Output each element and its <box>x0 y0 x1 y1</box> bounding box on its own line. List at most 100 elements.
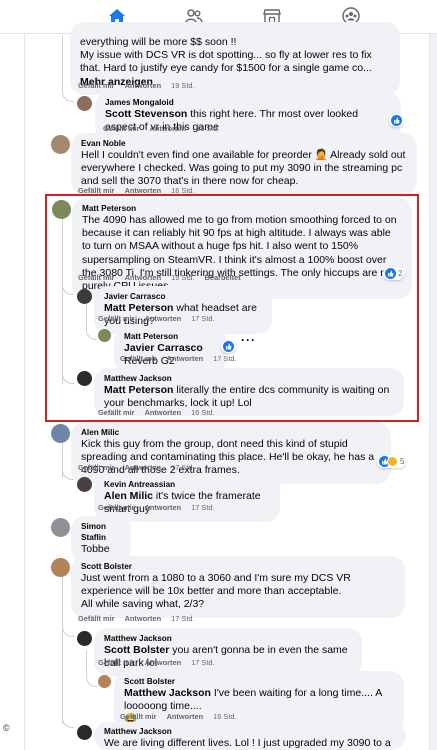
comment-timestamp: 17 Std. <box>191 503 215 512</box>
comment-actions: Gefällt mir Antworten 19 Std. <box>103 124 230 133</box>
comment-timestamp: 19 Std. <box>171 81 195 90</box>
comment-bubble: Matt Peterson The 4090 has allowed me to… <box>72 198 412 300</box>
comment-actions: Gefällt mir Antworten 17 Std. <box>98 314 225 323</box>
reaction-summary[interactable] <box>221 340 236 353</box>
like-button[interactable]: Gefällt mir <box>98 503 135 512</box>
comment-author[interactable]: Matthew Jackson <box>104 373 394 384</box>
reaction-count: 5 <box>400 457 405 466</box>
like-button[interactable]: Gefällt mir <box>98 314 135 323</box>
comment-text: Just went from a 1080 to a 3060 and I'm … <box>81 572 351 598</box>
comment-timestamp: 16 Std. <box>213 712 237 721</box>
comment-author[interactable]: Matthew Jackson <box>104 633 352 644</box>
mention-link[interactable]: Scott Bolster <box>104 644 169 656</box>
like-button[interactable]: Gefällt mir <box>78 614 115 623</box>
comment-author[interactable]: Matt Peterson <box>124 331 216 342</box>
comment-timestamp: 17 Std. <box>191 658 215 667</box>
reaction-summary[interactable]: 2 <box>383 267 405 280</box>
comment-text: We are living different lives. Lol ! I j… <box>104 737 391 749</box>
comment-actions: Gefällt mir Antworten 19 Std. <box>78 81 205 90</box>
comment-author[interactable]: Simon Staflin <box>81 521 121 543</box>
mention-link[interactable]: Scott Stevenson <box>105 108 187 120</box>
like-button[interactable]: Gefällt mir <box>98 408 135 417</box>
reaction-summary[interactable] <box>389 114 404 127</box>
comment-author[interactable]: Javier Carrasco <box>104 291 262 302</box>
avatar[interactable] <box>51 135 70 154</box>
comment-actions: Gefällt mir Antworten 16 Std. <box>98 408 225 417</box>
comment-text: everything will be more $$ soon !! <box>80 36 237 48</box>
avatar[interactable] <box>51 518 70 537</box>
edited-label: Bearbeitet <box>204 273 241 282</box>
avatar[interactable] <box>98 329 111 342</box>
mention-link[interactable]: Matt Peterson <box>104 302 173 314</box>
avatar[interactable] <box>51 558 70 577</box>
comment-timestamp: 17 Std. <box>171 463 195 472</box>
reply-button[interactable]: Antworten <box>125 81 162 90</box>
like-button[interactable]: Gefällt mir <box>78 273 115 282</box>
reply-button[interactable]: Antworten <box>145 408 182 417</box>
comment-bubble: Scott Bolster Just went from a 1080 to a… <box>71 556 405 618</box>
like-reaction-icon <box>223 341 234 352</box>
like-button[interactable]: Gefällt mir <box>120 712 157 721</box>
reply-button[interactable]: Antworten <box>125 463 162 472</box>
comment-author[interactable]: Matthew Jackson <box>104 726 396 737</box>
mention-link[interactable]: Alen Milic <box>104 490 153 502</box>
comment-bubble: Matthew Jackson Scott Bolster you aren't… <box>94 628 362 677</box>
comment-actions: Gefällt mir Antworten 19 Std. Bearbeitet <box>78 273 251 282</box>
mention-link[interactable]: Matthew Jackson <box>124 687 211 699</box>
comment-timestamp: 17 Std. <box>213 354 237 363</box>
mention-link[interactable]: Javier Carrasco <box>124 342 203 354</box>
reply-button[interactable]: Antworten <box>150 124 187 133</box>
comment-actions: Gefällt mir Antworten 17 Std. <box>120 354 247 363</box>
avatar[interactable] <box>77 96 92 111</box>
comment-timestamp: 16 Std. <box>191 408 215 417</box>
avatar[interactable] <box>77 631 92 646</box>
avatar[interactable] <box>77 289 92 304</box>
reply-button[interactable]: Antworten <box>125 273 162 282</box>
left-divider <box>24 34 25 750</box>
comment-author[interactable]: Matt Peterson <box>82 203 402 214</box>
comment-author[interactable]: James Mongaloid <box>105 97 391 108</box>
like-reaction-icon <box>391 115 402 126</box>
avatar[interactable] <box>52 200 71 219</box>
like-button[interactable]: Gefällt mir <box>120 354 157 363</box>
comment-text: Hell I couldn't even find one available … <box>81 149 406 188</box>
reply-button[interactable]: Antworten <box>145 314 182 323</box>
comment-bubble: Kevin Antreassian Alen Milic it's twice … <box>94 474 280 523</box>
more-options-button[interactable]: ··· <box>241 333 256 347</box>
scrollbar-track[interactable] <box>430 34 437 750</box>
comment-actions: Gefällt mir Antworten 17 Std. <box>98 658 225 667</box>
comment-actions: Gefällt mir Antworten 17 Std. <box>78 463 205 472</box>
like-button[interactable]: Gefällt mir <box>78 81 115 90</box>
avatar[interactable] <box>77 725 92 740</box>
like-reaction-icon <box>385 268 396 279</box>
reply-button[interactable]: Antworten <box>145 658 182 667</box>
reply-button[interactable]: Antworten <box>145 503 182 512</box>
reaction-count: 2 <box>398 269 403 278</box>
thread-line <box>86 650 87 677</box>
like-button[interactable]: Gefällt mir <box>78 463 115 472</box>
copyright-mark: © <box>3 723 10 733</box>
avatar[interactable] <box>77 371 92 386</box>
comment-actions: Gefällt mir Antworten 17 Std. <box>98 503 225 512</box>
comment-text: Tobbe <box>81 543 110 555</box>
comment-author[interactable]: Kevin Antreassian <box>104 479 270 490</box>
comment-timestamp: 19 Std. <box>196 124 220 133</box>
comment-author[interactable]: Scott Bolster <box>124 676 394 687</box>
comment-bubble: Matthew Jackson We are living different … <box>94 722 406 750</box>
comment-text: All while saving what, 2/3? <box>81 598 205 611</box>
comment-author[interactable]: Alen Milic <box>81 427 381 438</box>
reply-button[interactable]: Antworten <box>167 712 204 721</box>
reply-button[interactable]: Antworten <box>125 614 162 623</box>
avatar[interactable] <box>51 424 70 443</box>
comment-author[interactable]: Scott Bolster <box>81 561 395 572</box>
comment-text: My issue with DCS VR is dot spotting... … <box>80 49 372 75</box>
like-button[interactable]: Gefällt mir <box>103 124 140 133</box>
comment-author[interactable]: Evan Noble <box>81 138 407 149</box>
avatar[interactable] <box>77 477 92 492</box>
comment-timestamp: 19 Std. <box>171 273 195 282</box>
like-button[interactable]: Gefällt mir <box>98 658 135 667</box>
reaction-summary[interactable]: 5 <box>377 455 407 468</box>
mention-link[interactable]: Matt Peterson <box>104 384 173 396</box>
avatar[interactable] <box>98 675 111 688</box>
reply-button[interactable]: Antworten <box>167 354 204 363</box>
